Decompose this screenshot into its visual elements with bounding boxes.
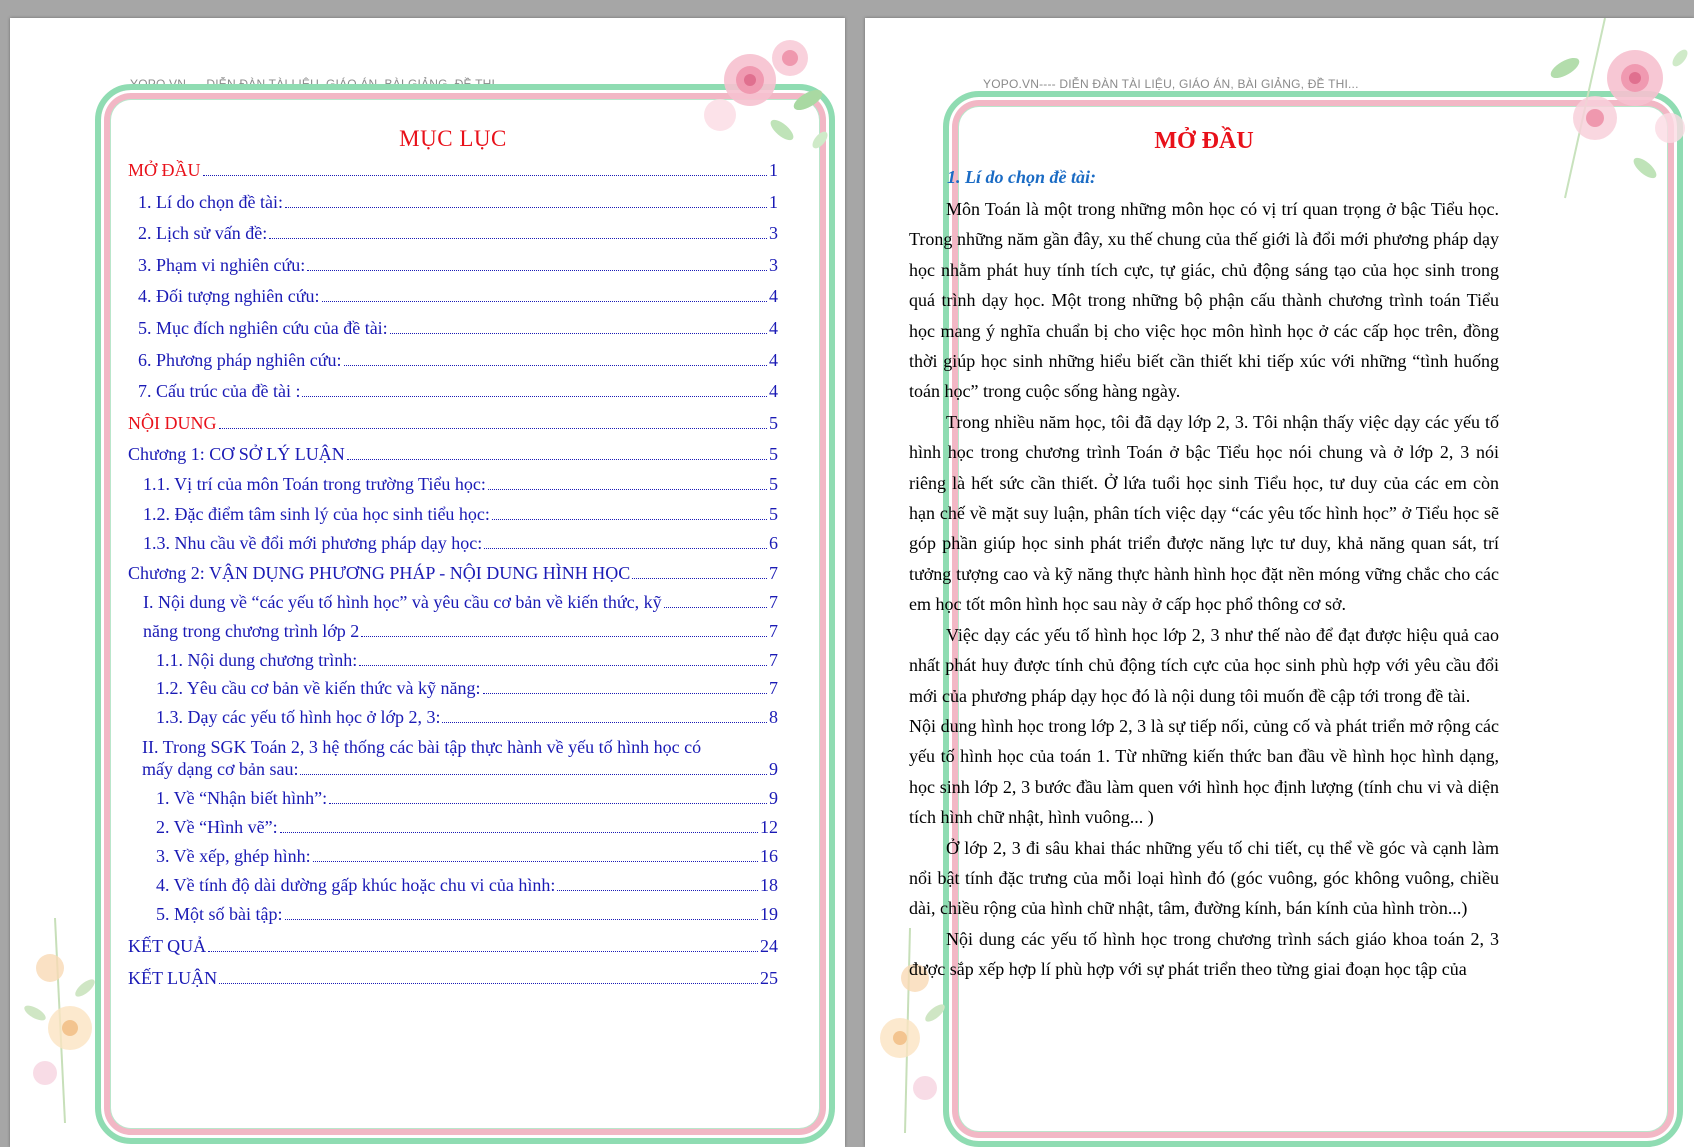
document-body: MỞ ĐẦU 1. Lí do chọn đề tài: Môn Toán là… bbox=[909, 128, 1499, 985]
section-heading: 1. Lí do chọn đề tài: bbox=[947, 167, 1096, 187]
paragraph: Nội dung hình học trong lớp 2, 3 là sự t… bbox=[909, 715, 1499, 828]
toc-entry[interactable]: KẾT LUẬN 25 bbox=[128, 968, 778, 1000]
toc-entry[interactable]: 1.2. Yêu cầu cơ bản về kiến thức và kỹ n… bbox=[128, 678, 778, 707]
toc-entry[interactable]: năng trong chương trình lớp 27 bbox=[128, 621, 778, 650]
flower-decoration-icon bbox=[1550, 18, 1688, 199]
paragraph: Ở lớp 2, 3 đi sâu khai thác những yếu tố… bbox=[909, 837, 1499, 919]
toc-entry[interactable]: 1.1. Vị trí của môn Toán trong trường Ti… bbox=[128, 474, 778, 504]
paragraph: Nội dung các yếu tố hình học trong chươn… bbox=[909, 928, 1499, 980]
toc-entry[interactable]: I. Nội dung về “các yếu tố hình học” và … bbox=[128, 592, 778, 621]
toc-entry[interactable]: 4. Đối tượng nghiên cứu: 4 bbox=[128, 286, 778, 318]
paragraph: Môn Toán là một trong những môn học có v… bbox=[909, 199, 1499, 402]
toc-entry[interactable]: 5. Một số bài tập: 19 bbox=[128, 904, 778, 936]
page-header: YOPO.VN---- DIỄN ĐÀN TÀI LIỆU, GIÁO ÁN, … bbox=[983, 77, 1359, 91]
flower-decoration-icon bbox=[24, 917, 95, 1124]
toc-entry[interactable]: 2. Lịch sử vấn đề: 3 bbox=[128, 223, 778, 255]
toc-title: MỤC LỤC bbox=[399, 126, 507, 151]
toc-entry[interactable]: 5. Mục đích nghiên cứu của đề tài: 4 bbox=[128, 318, 778, 350]
toc-entry[interactable]: 1. Lí do chọn đề tài: 1 bbox=[128, 192, 778, 224]
toc-entry[interactable]: MỞ ĐẦU 1 bbox=[128, 160, 778, 192]
paragraph: Trong nhiều năm học, tôi đã dạy lớp 2, 3… bbox=[909, 411, 1499, 615]
toc-entry[interactable]: Chương 1: CƠ SỞ LÝ LUẬN 5 bbox=[128, 444, 778, 474]
paragraph: Việc dạy các yếu tố hình học lớp 2, 3 nh… bbox=[909, 624, 1499, 706]
toc-entry[interactable]: II. Trong SGK Toán 2, 3 hệ thống các bài… bbox=[128, 735, 778, 788]
toc-entry[interactable]: 3. Về xếp, ghép hình: 16 bbox=[128, 846, 778, 875]
toc-entry[interactable]: 4. Về tính độ dài dường gấp khúc hoặc ch… bbox=[128, 875, 778, 904]
toc-entry[interactable]: 1.3. Nhu cầu về đổi mới phương pháp dạy … bbox=[128, 533, 778, 563]
toc-entry[interactable]: 1.1. Nội dung chương trình: 7 bbox=[128, 650, 778, 679]
toc-entry[interactable]: 1.2. Đặc điểm tâm sinh lý của học sinh t… bbox=[128, 504, 778, 534]
table-of-contents: MỤC LỤC MỞ ĐẦU 1 1. Lí do chọn đề tài: 1 2… bbox=[128, 126, 778, 1000]
toc-entry[interactable]: KẾT QUẢ 24 bbox=[128, 936, 778, 968]
document-page-toc: YOPO.VN---- DIỄN ĐÀN TÀI LIỆU, GIÁO ÁN, … bbox=[10, 18, 845, 1147]
toc-entry[interactable]: 7. Cấu trúc của đề tài : 4 bbox=[128, 381, 778, 413]
toc-entry[interactable]: 3. Phạm vi nghiên cứu: 3 bbox=[128, 255, 778, 287]
toc-entry[interactable]: 1.3. Dạy các yếu tố hình học ở lớp 2, 3:… bbox=[128, 707, 778, 736]
toc-entry[interactable]: 1. Về “Nhận biết hình”: 9 bbox=[128, 788, 778, 817]
toc-entry[interactable]: NỘI DUNG 5 bbox=[128, 413, 778, 445]
toc-entry[interactable]: Chương 2: VẬN DỤNG PHƯƠNG PHÁP - NỘI DUN… bbox=[128, 563, 778, 593]
section-title: MỞ ĐẦU bbox=[1154, 128, 1254, 154]
document-page-body: YOPO.VN---- DIỄN ĐÀN TÀI LIỆU, GIÁO ÁN, … bbox=[865, 18, 1694, 1147]
toc-entry[interactable]: 2. Về “Hình vẽ”: 12 bbox=[128, 817, 778, 846]
toc-entry[interactable]: 6. Phương pháp nghiên cứu: 4 bbox=[128, 350, 778, 382]
toc-entry-line: II. Trong SGK Toán 2, 3 hệ thống các bài… bbox=[142, 737, 702, 758]
